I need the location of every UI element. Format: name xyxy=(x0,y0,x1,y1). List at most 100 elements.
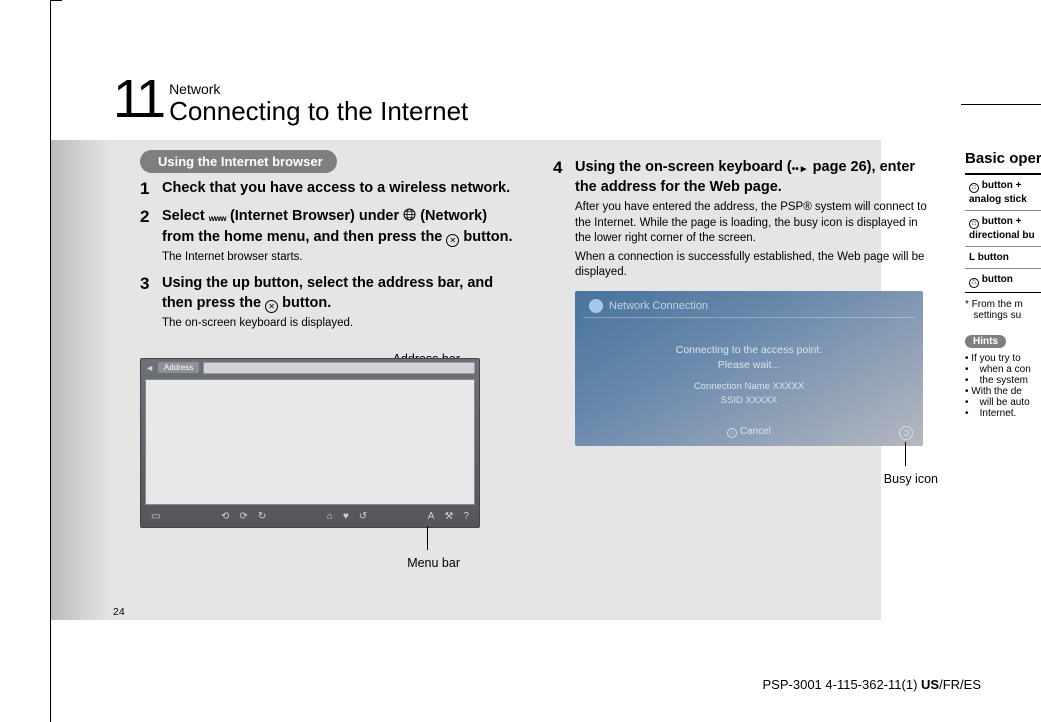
browser-top-bar: ◄ Address xyxy=(141,359,479,377)
conn-header: Network Connection xyxy=(589,299,708,313)
far-bullet-2: the system xyxy=(965,375,1041,386)
manual-page: 11 Network Connecting to the Internet Us… xyxy=(0,0,1041,722)
figure-connection-wrap: Network Connection Connecting to the acc… xyxy=(553,291,928,446)
far-row-2: L button xyxy=(965,246,1041,268)
far-bullets: If you try to when a con the system With… xyxy=(965,353,1041,419)
menubar-view-icon: A xyxy=(428,511,435,522)
step-2-b: (Internet Browser) under xyxy=(226,208,403,224)
x-button-icon: ✕ xyxy=(446,234,459,247)
chapter-category: Network xyxy=(169,82,468,97)
address-field xyxy=(203,362,475,374)
step-1-text: Check that you have access to a wireless… xyxy=(162,179,515,199)
busy-icon-label: Busy icon xyxy=(884,472,938,486)
back-icon: ◄ xyxy=(145,363,154,373)
page-number: 24 xyxy=(113,606,125,618)
conn-cancel: ○ Cancel xyxy=(575,426,923,438)
conn-line2: Please wait... xyxy=(575,358,923,374)
plug-icon xyxy=(589,299,603,313)
step-4-text: Using the on-screen keyboard (••► page 2… xyxy=(575,158,928,197)
column-far-right: Basic opera □ button +analog stick □ but… xyxy=(965,150,1041,419)
chapter-number: 11 xyxy=(113,72,163,126)
busy-spinner-icon xyxy=(903,430,909,436)
hints-pill: Hints xyxy=(965,335,1006,348)
far-bullet-1: when a con xyxy=(965,364,1041,375)
step-2: 2 Select www (Internet Browser) under (N… xyxy=(140,207,515,266)
far-table: □ button +analog stick □ button +directi… xyxy=(965,173,1041,293)
crop-mark-notch xyxy=(50,0,62,1)
step-2-a: Select xyxy=(162,208,209,224)
menubar-fwd-icon: ⟳ xyxy=(239,511,247,522)
menubar-heart-icon: ♥ xyxy=(343,511,349,522)
menubar-file-icon: ▭ xyxy=(151,511,160,522)
square-button-icon: □ xyxy=(969,219,979,229)
footer-lang-rest: /FR/ES xyxy=(939,677,981,692)
footer-lang-bold: US xyxy=(921,677,939,692)
step-3-b: button. xyxy=(278,295,331,311)
menubar-refresh-icon: ↻ xyxy=(258,511,266,522)
footer-model: PSP-3001 4-115-362-11(1) xyxy=(763,677,922,692)
browser-window: ◄ Address ▭ ⟲ ⟳ ↻ ⌂ ♥ ↺ xyxy=(140,358,480,528)
cancel-label: Cancel xyxy=(740,426,771,437)
step-3-text: Using the up button, select the address … xyxy=(162,274,515,313)
xref-icon: ••► xyxy=(792,163,809,177)
conn-detail1: Connection Name XXXXX xyxy=(575,380,923,394)
conn-message: Connecting to the access point. Please w… xyxy=(575,343,923,409)
far-note-2: settings su xyxy=(973,310,1021,321)
browser-menubar: ▭ ⟲ ⟳ ↻ ⌂ ♥ ↺ A ⚒ ? xyxy=(141,507,479,527)
step-number: 3 xyxy=(140,274,162,332)
far-heading: Basic opera xyxy=(965,150,1041,167)
pointer-line xyxy=(905,442,906,466)
far-row-0: □ button +analog stick xyxy=(965,174,1041,210)
conn-detail2: SSID XXXXX xyxy=(575,394,923,408)
triangle-button-icon: △ xyxy=(969,278,979,288)
conn-line1: Connecting to the access point. xyxy=(575,343,923,359)
far-note: * From the m settings su xyxy=(965,299,1041,321)
far-note-1: * From the m xyxy=(965,299,1023,310)
menubar-back-icon: ⟲ xyxy=(221,511,229,522)
step-4-a: Using the on-screen keyboard ( xyxy=(575,159,792,175)
section-tag: Using the Internet browser xyxy=(140,150,337,173)
step-1: 1 Check that you have access to a wirele… xyxy=(140,179,515,199)
far-bullet-4: will be auto xyxy=(965,397,1041,408)
square-button-icon: □ xyxy=(969,183,979,193)
step-number: 4 xyxy=(553,158,575,281)
figure-browser: Address bar ◄ Address ▭ ⟲ ⟳ ↻ xyxy=(140,358,490,528)
menubar-help-icon: ? xyxy=(463,511,469,522)
step-2-text: Select www (Internet Browser) under (Net… xyxy=(162,207,515,247)
content-gradient xyxy=(51,140,111,620)
step-3: 3 Using the up button, select the addres… xyxy=(140,274,515,332)
step-4-sub1: After you have entered the address, the … xyxy=(575,200,928,247)
step-4-sub2: When a connection is successfully establ… xyxy=(575,250,928,281)
conn-divider xyxy=(583,317,915,318)
step-number: 2 xyxy=(140,207,162,266)
address-pill: Address xyxy=(158,362,199,373)
footer-text: PSP-3001 4-115-362-11(1) US/FR/ES xyxy=(763,677,981,692)
step-3-sub: The on-screen keyboard is displayed. xyxy=(162,316,515,332)
globe-icon xyxy=(403,208,416,228)
menubar-history-icon: ↺ xyxy=(359,511,367,522)
conn-header-text: Network Connection xyxy=(609,300,708,312)
step-2-sub: The Internet browser starts. xyxy=(162,250,515,266)
step-2-d: button. xyxy=(459,229,512,245)
menubar-tools-icon: ⚒ xyxy=(444,511,453,522)
chapter-header: 11 Network Connecting to the Internet xyxy=(113,72,468,126)
circle-button-icon: ○ xyxy=(727,428,737,438)
browser-viewport xyxy=(145,379,475,505)
column-right: 4 Using the on-screen keyboard (••► page… xyxy=(553,158,928,446)
chapter-title: Connecting to the Internet xyxy=(169,97,468,126)
step-number: 1 xyxy=(140,179,162,199)
crop-hr-right xyxy=(961,104,1041,105)
busy-icon xyxy=(899,426,913,440)
pointer-line xyxy=(427,526,428,550)
menubar-home-icon: ⌂ xyxy=(327,511,333,522)
far-bullet-5: Internet. xyxy=(965,408,1041,419)
far-bullet-0: If you try to xyxy=(965,353,1041,364)
step-4: 4 Using the on-screen keyboard (••► page… xyxy=(553,158,928,281)
far-bullet-3: With the de xyxy=(965,386,1041,397)
far-row-1: □ button +directional bu xyxy=(965,210,1041,246)
menu-bar-label: Menu bar xyxy=(407,556,460,570)
far-row-3: △ button xyxy=(965,268,1041,291)
column-left: Using the Internet browser 1 Check that … xyxy=(140,150,515,528)
www-icon: www xyxy=(209,214,226,225)
figure-connection: Network Connection Connecting to the acc… xyxy=(575,291,923,446)
